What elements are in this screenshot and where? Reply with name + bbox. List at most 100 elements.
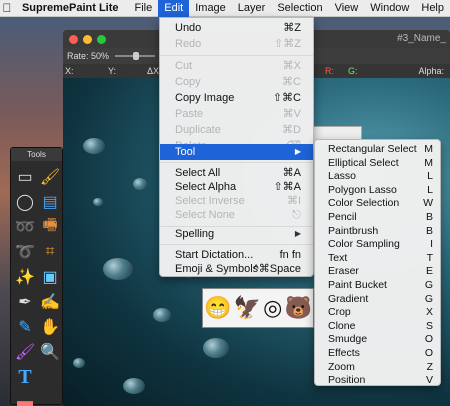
menu-app-name[interactable]: SupremePaint Lite — [14, 0, 129, 17]
tool-item-label: Color Selection — [328, 197, 400, 210]
menu-edit[interactable]: Edit — [158, 0, 190, 17]
menu-item-label: Spelling — [175, 228, 215, 240]
magic-wand-icon[interactable]: ✨ — [13, 265, 37, 289]
tool-item-color-selection[interactable]: Color Selection W — [315, 197, 440, 211]
eraser-icon[interactable]: ▬ — [13, 390, 37, 406]
menu-item-label: Select Alpha — [175, 181, 237, 193]
eyedropper-icon[interactable]: ✒ — [13, 290, 37, 314]
smiley-face-icon[interactable]: 😁 — [204, 295, 231, 321]
x-label: X: — [65, 66, 74, 76]
edit-menu: Undo ⌘Z Redo ⇧⌘Z Cut ⌘X Copy ⌘C Copy Image ⇧⌘… — [159, 17, 314, 277]
tool-item-effects[interactable]: Effects O — [315, 347, 440, 361]
tool-item-text[interactable]: Text T — [315, 252, 440, 266]
rectangle-select-icon[interactable]: ▭ — [13, 165, 37, 189]
menu-item-tool[interactable]: Tool ▶ — [160, 144, 313, 160]
menu-help[interactable]: Help — [415, 0, 450, 17]
menu-window[interactable]: Window — [364, 0, 415, 17]
apple-icon[interactable]:  — [0, 1, 14, 15]
tool-item-shortcut: M — [424, 156, 433, 169]
bird-icon[interactable]: 🦅 — [234, 295, 261, 321]
menu-image[interactable]: Image — [189, 0, 232, 17]
tool-item-shortcut: O — [424, 347, 433, 359]
water-drop — [123, 378, 145, 394]
tool-item-elliptical-select[interactable]: Elliptical Select M — [315, 157, 440, 171]
tool-item-shortcut: T — [426, 251, 433, 264]
menu-item-shortcut: ⇧⌘C — [272, 92, 301, 104]
menu-selection[interactable]: Selection — [271, 0, 328, 17]
tool-item-label: Text — [328, 251, 348, 264]
hand-icon[interactable]: ✋ — [38, 315, 62, 339]
r-indicator: R: — [325, 66, 334, 76]
menu-file[interactable]: File — [129, 0, 159, 17]
tool-item-shortcut: B — [425, 224, 433, 237]
water-drop — [133, 178, 147, 190]
tool-item-shortcut: O — [424, 333, 433, 346]
water-drop — [103, 258, 133, 280]
tool-item-lasso[interactable]: Lasso L — [315, 170, 440, 184]
tool-item-label: Eraser — [328, 265, 359, 278]
menu-item-shortcut: ⇧⌘Z — [274, 38, 301, 50]
menu-item-spelling[interactable]: Spelling ▶ — [160, 226, 313, 242]
water-drop — [153, 308, 171, 322]
menu-item-label: Select All — [175, 167, 221, 179]
tool-item-paint-bucket[interactable]: Paint Bucket G — [315, 279, 440, 293]
menu-item-emoji-symbols[interactable]: Emoji & Symbols ^⌘Space — [160, 261, 313, 277]
menu-item-label: Redo — [175, 38, 202, 50]
zoom-window-icon[interactable] — [97, 34, 106, 44]
tool-item-label: Clone — [328, 319, 356, 332]
magic-lasso-icon[interactable]: ➰ — [13, 240, 37, 264]
tool-item-label: Gradient — [328, 292, 369, 305]
bmw-logo-icon[interactable]: ◎ — [263, 295, 282, 321]
effects-icon[interactable]: ▣ — [38, 265, 62, 289]
tool-item-crop[interactable]: Crop X — [315, 306, 440, 320]
crop-icon[interactable]: ⌗ — [38, 240, 62, 264]
menu-item-label: Select Inverse — [175, 195, 245, 207]
tool-item-smudge[interactable]: Smudge O — [315, 333, 440, 347]
smudge-icon[interactable]: ✍ — [38, 290, 62, 314]
brush-icon[interactable]: 🖌 — [13, 340, 37, 364]
tool-item-shortcut: L — [427, 170, 433, 183]
tool-item-gradient[interactable]: Gradient G — [315, 293, 440, 307]
menu-item-shortcut: ⎋ — [292, 209, 301, 221]
menu-item-shortcut: ⌘X — [282, 60, 301, 72]
menu-layer[interactable]: Layer — [232, 0, 272, 17]
tool-item-label: Pencil — [328, 211, 357, 223]
menu-view[interactable]: View — [329, 0, 365, 17]
menu-item-undo[interactable]: Undo ⌘Z — [160, 20, 313, 36]
rate-slider-knob[interactable] — [133, 52, 140, 60]
tool-item-rectangular-select[interactable]: Rectangular Select M — [315, 143, 440, 157]
stamp-icon[interactable]: 🖷 — [38, 215, 62, 239]
bear-icon[interactable]: 🐻 — [285, 295, 312, 321]
close-icon[interactable] — [69, 34, 78, 44]
emoji-strip: 😁 🦅 ◎ 🐻 — [202, 288, 314, 328]
tool-item-clone[interactable]: Clone S — [315, 320, 440, 334]
minimize-icon[interactable] — [83, 34, 92, 44]
tool-item-position[interactable]: Position V — [315, 374, 440, 388]
paint-bucket-icon[interactable]: 🖌 — [38, 165, 62, 189]
tool-item-polygon-lasso[interactable]: Polygon Lasso L — [315, 184, 440, 198]
rate-slider[interactable] — [115, 52, 156, 60]
tool-item-label: Polygon Lasso — [328, 183, 397, 196]
tool-item-shortcut: W — [423, 197, 433, 210]
menu-item-label: Cut — [175, 60, 193, 72]
tool-item-paintbrush[interactable]: Paintbrush B — [315, 225, 440, 239]
menu-item-label: Start Dictation... — [175, 249, 254, 261]
gradient-icon[interactable]: ▤ — [38, 190, 62, 214]
menu-item-copy-image[interactable]: Copy Image ⇧⌘C — [160, 90, 313, 106]
tools-palette-title: Tools — [11, 148, 62, 161]
tool-item-eraser[interactable]: Eraser E — [315, 265, 440, 279]
text-icon[interactable]: T — [13, 365, 37, 389]
menu-item-shortcut: ⌘C — [282, 76, 301, 88]
tool-item-shortcut: S — [425, 319, 433, 332]
pencil-icon[interactable]: ✎ — [13, 315, 37, 339]
lasso-icon[interactable]: ➿ — [13, 215, 37, 239]
zoom-icon[interactable]: 🔍 — [38, 340, 62, 364]
tool-item-zoom[interactable]: Zoom Z — [315, 361, 440, 375]
menu-item-duplicate: Duplicate ⌘D — [160, 122, 313, 138]
tool-item-color-sampling[interactable]: Color Sampling I — [315, 238, 440, 252]
tool-item-pencil[interactable]: Pencil B — [315, 211, 440, 225]
menu-item-select-none: Select None ⎋ — [160, 207, 313, 223]
tool-item-label: Paintbrush — [328, 224, 379, 237]
water-drop — [83, 138, 105, 154]
ellipse-select-icon[interactable]: ◯ — [13, 190, 37, 214]
